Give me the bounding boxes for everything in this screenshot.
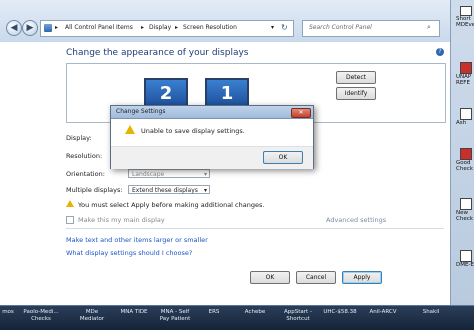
identify-button[interactable]: Identify bbox=[336, 87, 376, 100]
taskbar-item-label: AppStart - bbox=[284, 309, 312, 315]
breadcrumb-separator: ▸ bbox=[175, 24, 179, 31]
display-label: Display: bbox=[66, 134, 92, 142]
desktop-icon-4[interactable]: Good Check bbox=[456, 148, 474, 172]
desktop-icon-2[interactable]: UNAP REFE bbox=[456, 62, 474, 86]
desktop-icon-label: Check bbox=[456, 216, 473, 222]
desktop-icon-label: REFE bbox=[456, 80, 470, 86]
desktop-icon-label: Ash bbox=[456, 120, 467, 126]
chevron-down-icon[interactable]: ▾ bbox=[271, 24, 274, 31]
resolution-label: Resolution: bbox=[66, 152, 103, 160]
taskbar-item-label: mos bbox=[2, 309, 14, 315]
cancel-button[interactable]: Cancel bbox=[296, 271, 336, 284]
search-icon[interactable]: ⌕ bbox=[427, 23, 431, 32]
taskbar-item-label: Paolo-Medi... bbox=[23, 309, 59, 315]
taskbar-item[interactable]: Paolo-Medi... Checks bbox=[18, 309, 64, 323]
address-toolbar: ◀ ▶ ▸ All Control Panel Items ▸ Display … bbox=[0, 0, 450, 43]
taskbar-item-label: Achebe bbox=[244, 309, 266, 315]
dialog-title: Change Settings bbox=[116, 108, 166, 115]
taskbar-item-label: MDe bbox=[85, 309, 99, 315]
dialog-message: Unable to save display settings. bbox=[141, 127, 245, 135]
taskbar-item-label: Checks bbox=[31, 316, 51, 322]
chevron-down-icon: ▾ bbox=[203, 171, 207, 178]
make-main-display-checkbox[interactable] bbox=[66, 216, 74, 224]
orientation-select[interactable]: Landscape ▾ bbox=[128, 169, 210, 178]
forward-button[interactable]: ▶ bbox=[22, 20, 38, 36]
taskbar-item[interactable]: UHC-$58.38 bbox=[320, 309, 360, 316]
document-icon bbox=[460, 250, 472, 262]
breadcrumb-separator: ▸ bbox=[141, 24, 145, 31]
taskbar-item-label: Pay Patient bbox=[159, 316, 191, 322]
breadcrumb-screen-resolution[interactable]: Screen Resolution bbox=[183, 24, 237, 31]
desktop-icon-6[interactable]: DME-E bbox=[456, 250, 474, 268]
dialog-title-bar: Change Settings ✕ bbox=[111, 106, 313, 119]
address-bar[interactable]: ▸ All Control Panel Items ▸ Display ▸ Sc… bbox=[40, 20, 294, 37]
taskbar-item-label: UHC-$58.38 bbox=[323, 309, 357, 315]
breadcrumb-separator: ▸ bbox=[55, 24, 59, 31]
document-icon bbox=[460, 108, 472, 120]
orientation-label: Orientation: bbox=[66, 170, 105, 178]
detect-button[interactable]: Detect bbox=[336, 71, 376, 84]
taskbar-item[interactable]: Anil-ARCV bbox=[366, 309, 400, 316]
apply-warning-text: You must select Apply before making addi… bbox=[78, 201, 265, 209]
taskbar-item[interactable]: MNA TIDE bbox=[116, 309, 152, 316]
search-input[interactable]: Search Control Panel bbox=[309, 24, 372, 31]
change-settings-dialog: Change Settings ✕ Unable to save display… bbox=[110, 105, 314, 169]
text-size-link[interactable]: Make text and other items larger or smal… bbox=[66, 236, 208, 244]
ok-button[interactable]: OK bbox=[250, 271, 290, 284]
taskbar-item[interactable]: Shakil bbox=[418, 309, 444, 316]
taskbar-item-label: Shakil bbox=[422, 309, 440, 315]
taskbar-item-label: Shortcut bbox=[286, 316, 310, 322]
taskbar-item[interactable]: MDe Mediator bbox=[72, 309, 112, 323]
taskbar-item-label: MNA TIDE bbox=[120, 309, 148, 315]
desktop-icon-label: Check bbox=[456, 166, 473, 172]
apply-button[interactable]: Apply bbox=[342, 271, 382, 284]
page-title: Change the appearance of your displays bbox=[66, 48, 249, 58]
divider bbox=[66, 228, 444, 229]
warning-icon bbox=[66, 200, 74, 207]
help-icon[interactable]: ? bbox=[436, 48, 444, 56]
taskbar: mos Paolo-Medi... Checks MDe Mediator MN… bbox=[0, 305, 474, 330]
arrow-right-icon: ▶ bbox=[26, 23, 34, 33]
taskbar-item-label: Mediator bbox=[79, 316, 105, 322]
desktop-icon-5[interactable]: New Check bbox=[456, 198, 474, 222]
display-settings-help-link[interactable]: What display settings should I choose? bbox=[66, 249, 192, 257]
document-icon bbox=[460, 198, 472, 210]
taskbar-item[interactable]: ERS bbox=[204, 309, 224, 316]
taskbar-item[interactable]: Achebe bbox=[240, 309, 270, 316]
close-button[interactable]: ✕ bbox=[291, 108, 311, 118]
desktop-icon-1[interactable]: Short MDEve bbox=[456, 6, 474, 28]
taskbar-item-label: ERS bbox=[208, 309, 220, 315]
multiple-displays-value: Extend these displays bbox=[132, 187, 198, 194]
desktop-icon-3[interactable]: Ash bbox=[456, 108, 474, 126]
control-panel-icon bbox=[44, 24, 52, 32]
taskbar-item-label: Anil-ARCV bbox=[369, 309, 397, 315]
document-icon bbox=[460, 148, 472, 160]
make-main-display-label: Make this my main display bbox=[78, 216, 165, 224]
taskbar-item[interactable]: MNA - Self Pay Patient bbox=[154, 309, 196, 323]
close-icon: ✕ bbox=[298, 109, 304, 116]
dialog-ok-button[interactable]: OK bbox=[263, 151, 303, 164]
shortcut-icon bbox=[460, 6, 472, 16]
breadcrumb-display[interactable]: Display bbox=[149, 24, 171, 31]
chevron-down-icon: ▾ bbox=[203, 187, 207, 194]
refresh-icon[interactable]: ↻ bbox=[281, 23, 288, 32]
multiple-displays-label: Multiple displays: bbox=[66, 186, 123, 194]
desktop-icon-label: MDEve bbox=[456, 22, 474, 28]
arrow-left-icon: ◀ bbox=[10, 23, 18, 33]
orientation-value: Landscape bbox=[132, 171, 165, 178]
advanced-settings-link[interactable]: Advanced settings bbox=[326, 216, 386, 224]
taskbar-item[interactable]: mos bbox=[0, 309, 16, 316]
back-button[interactable]: ◀ bbox=[6, 20, 22, 36]
taskbar-item-label: MNA - Self bbox=[160, 309, 190, 315]
desktop-icon-label: DME-E bbox=[456, 262, 474, 268]
document-icon bbox=[460, 62, 472, 74]
search-box[interactable]: Search Control Panel ⌕ bbox=[302, 20, 440, 37]
breadcrumb-all-control-panel-items[interactable]: All Control Panel Items bbox=[65, 24, 133, 31]
multiple-displays-select[interactable]: Extend these displays ▾ bbox=[128, 185, 210, 194]
warning-icon bbox=[125, 125, 135, 134]
taskbar-item[interactable]: AppStart - Shortcut bbox=[280, 309, 316, 323]
